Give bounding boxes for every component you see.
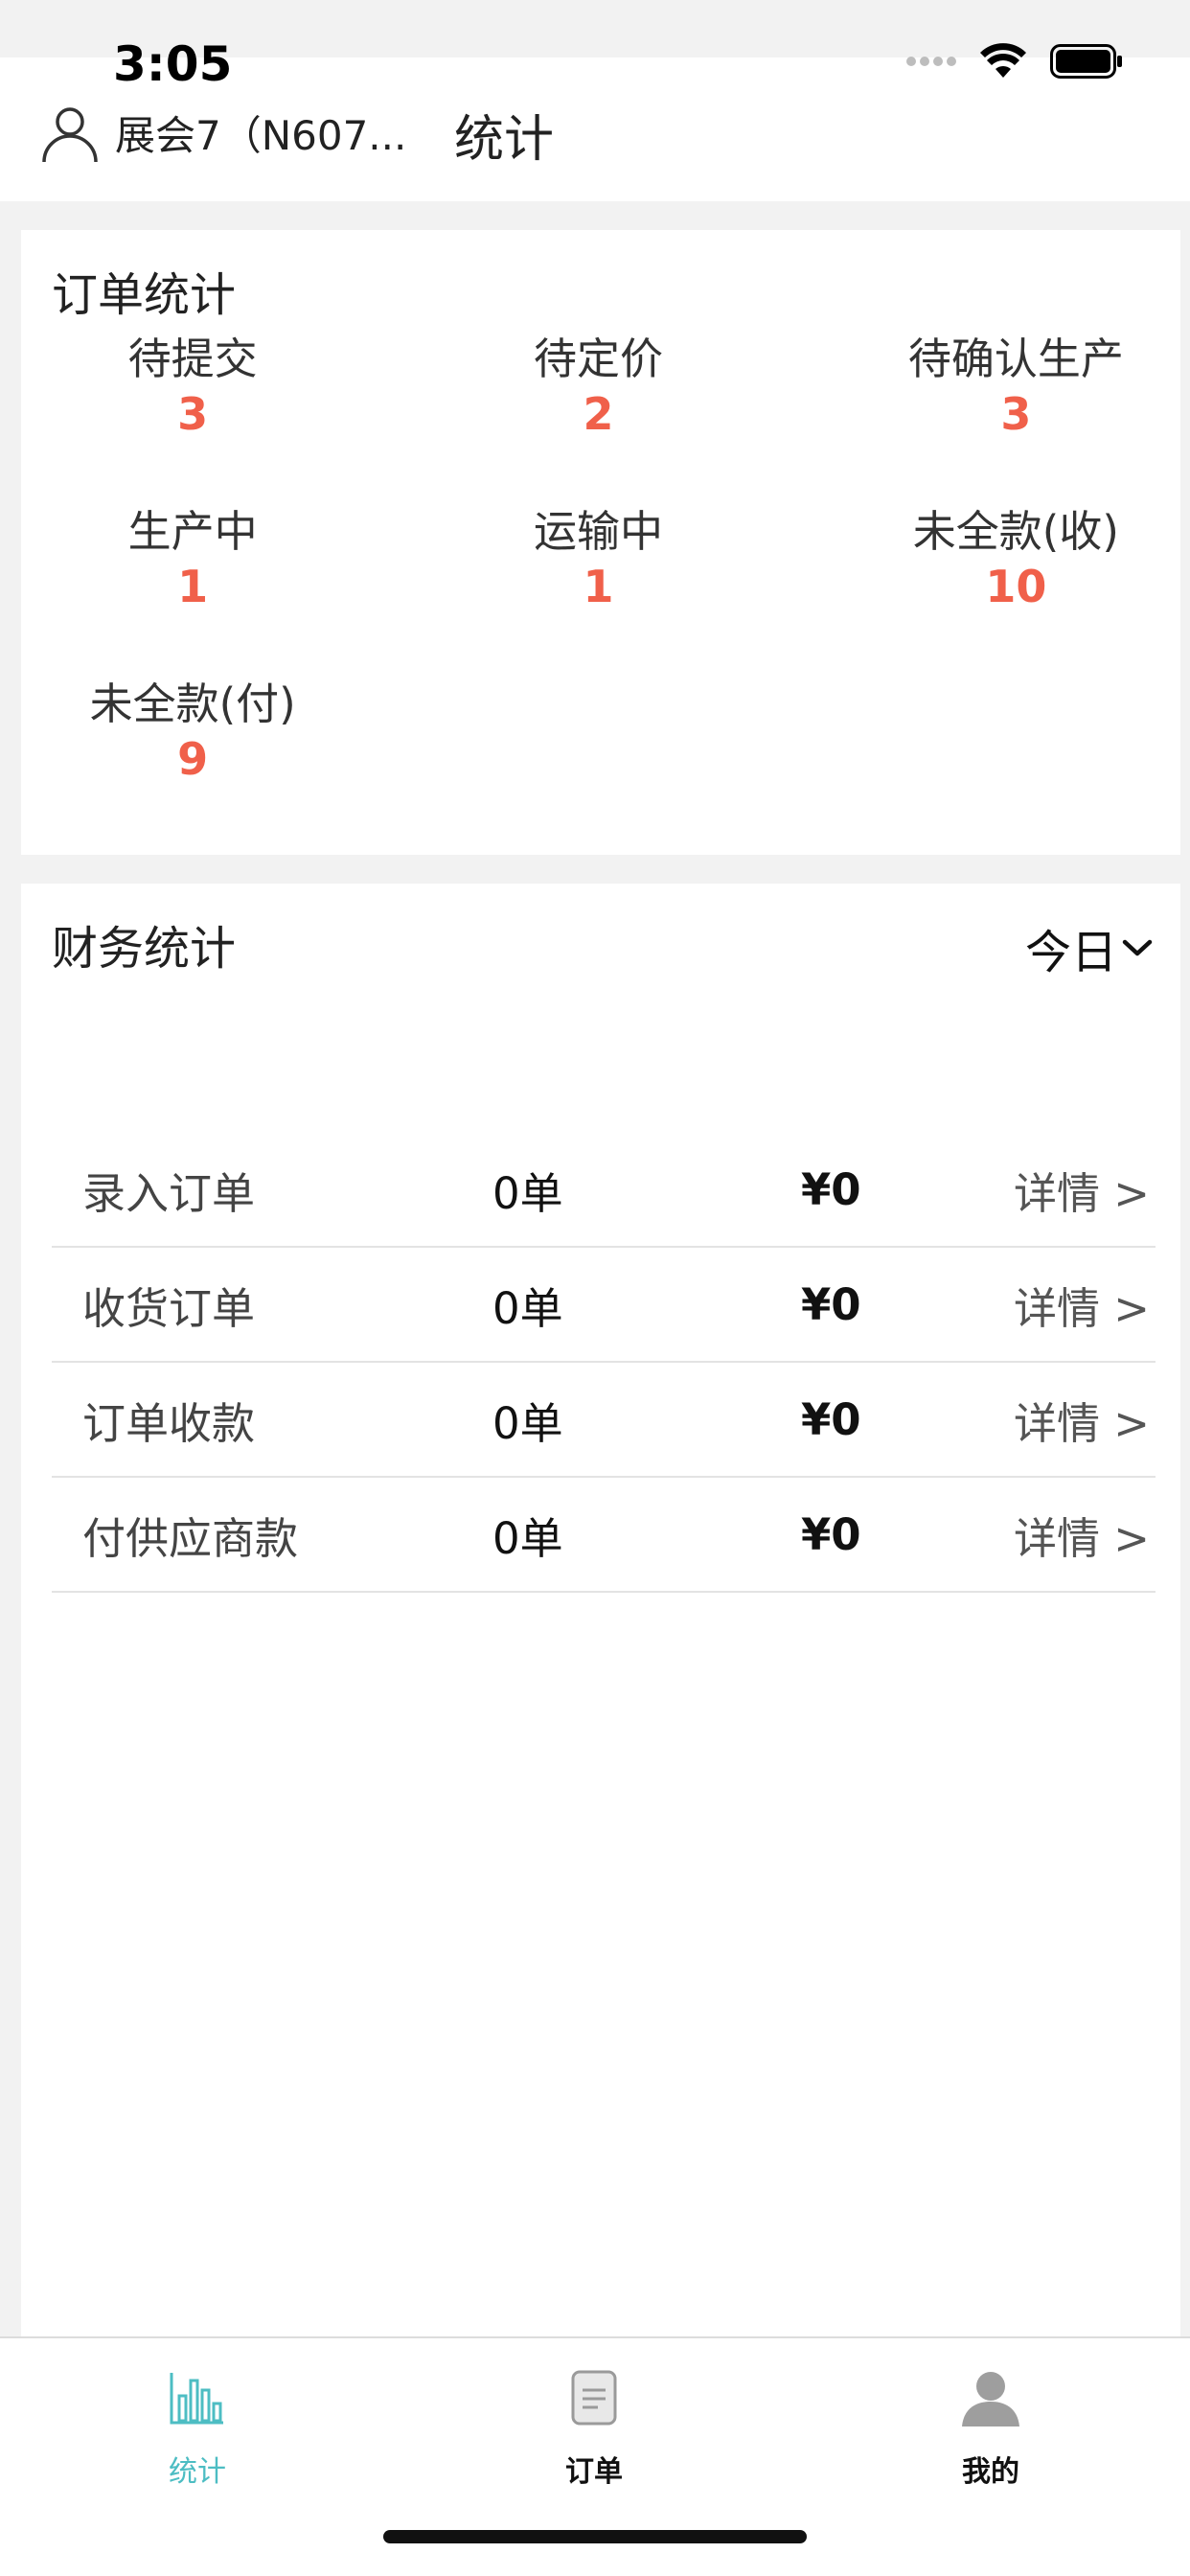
order-stat-label: 生产中	[127, 506, 258, 557]
wifi-icon	[980, 43, 1026, 78]
finance-row-amount: ¥0	[801, 1393, 861, 1445]
tab-orders[interactable]: 订单	[498, 2359, 690, 2490]
order-stat-in-production[interactable]: 生产中 1	[21, 503, 407, 676]
finance-row-name: 收货订单	[82, 1282, 256, 1334]
order-stat-count: 1	[583, 561, 614, 612]
cellular-signal-icon	[906, 57, 956, 66]
order-stat-label: 运输中	[533, 506, 663, 557]
tab-mine[interactable]: 我的	[895, 2359, 1087, 2490]
order-stat-in-transit[interactable]: 运输中 1	[407, 503, 793, 676]
finance-stats-card: 财务统计 今日 录入订单 0单 ¥0 详情 > 收货订单 0单 ¥0 详情 > …	[21, 884, 1180, 2336]
finance-row-count: 0单	[492, 1167, 563, 1219]
finance-row-amount: ¥0	[801, 1508, 861, 1560]
order-stat-count: 10	[985, 561, 1047, 612]
order-stat-label: 待提交	[127, 334, 258, 384]
finance-row-count: 0单	[492, 1397, 563, 1449]
order-stat-count: 3	[177, 388, 209, 440]
order-stats-grid: 待提交 3 待定价 2 待确认生产 3 生产中 1 运输中 1 未全款(收) 1…	[21, 331, 1180, 848]
finance-row-count: 0单	[492, 1512, 563, 1564]
person-icon	[962, 2372, 1019, 2426]
order-stats-title: 订单统计	[52, 268, 237, 322]
finance-row-name: 录入订单	[82, 1167, 256, 1219]
status-time: 3:05	[113, 36, 233, 92]
order-stat-unpaid-pay[interactable]: 未全款(付) 9	[21, 676, 407, 848]
finance-row-received-orders: 收货订单 0单 ¥0 详情 >	[52, 1248, 1156, 1363]
tab-label: 我的	[962, 2455, 1019, 2489]
order-stat-label: 待定价	[533, 334, 663, 384]
order-stat-label: 待确认生产	[907, 334, 1124, 384]
order-stat-label: 未全款(收)	[912, 506, 1119, 557]
order-stat-count: 2	[583, 388, 614, 440]
document-icon	[571, 2370, 617, 2426]
order-stat-count: 9	[177, 733, 209, 785]
home-indicator	[383, 2530, 807, 2543]
period-value: 今日	[1024, 926, 1117, 979]
order-stat-pending-price[interactable]: 待定价 2	[407, 331, 793, 503]
finance-row-entered-orders: 录入订单 0单 ¥0 详情 >	[52, 1133, 1156, 1248]
finance-stats-title: 财务统计	[52, 922, 237, 976]
order-stat-label: 未全款(付)	[89, 678, 296, 729]
status-icons	[906, 43, 1123, 80]
tab-statistics[interactable]: 统计	[102, 2359, 293, 2490]
order-stat-unpaid-receive[interactable]: 未全款(收) 10	[794, 503, 1180, 676]
finance-row-detail-link[interactable]: 详情 >	[1014, 1274, 1150, 1336]
finance-row-detail-link[interactable]: 详情 >	[1014, 1389, 1150, 1451]
order-stat-count: 3	[1000, 388, 1032, 440]
finance-list: 录入订单 0单 ¥0 详情 > 收货订单 0单 ¥0 详情 > 订单收款 0单 …	[52, 1133, 1156, 1593]
order-stat-pending-confirm[interactable]: 待确认生产 3	[794, 331, 1180, 503]
finance-row-name: 付供应商款	[82, 1512, 299, 1564]
period-dropdown[interactable]: 今日	[1025, 914, 1154, 981]
finance-row-count: 0单	[492, 1282, 563, 1334]
finance-row-name: 订单收款	[82, 1397, 256, 1449]
finance-row-detail-link[interactable]: 详情 >	[1014, 1159, 1150, 1221]
finance-row-amount: ¥0	[801, 1163, 861, 1215]
tab-label: 订单	[565, 2455, 623, 2489]
order-stats-card: 订单统计 待提交 3 待定价 2 待确认生产 3 生产中 1 运输中 1 未全款…	[21, 230, 1180, 855]
battery-icon	[1050, 44, 1122, 79]
tab-label: 统计	[169, 2455, 226, 2489]
finance-row-supplier-payments: 付供应商款 0单 ¥0 详情 >	[52, 1478, 1156, 1593]
order-stat-pending-submit[interactable]: 待提交 3	[21, 331, 407, 503]
finance-row-detail-link[interactable]: 详情 >	[1014, 1504, 1150, 1566]
order-stat-count: 1	[177, 561, 209, 612]
finance-row-order-payments: 订单收款 0单 ¥0 详情 >	[52, 1363, 1156, 1478]
bar-chart-icon	[170, 2373, 223, 2425]
finance-row-amount: ¥0	[801, 1278, 861, 1330]
chevron-down-icon	[1122, 939, 1153, 956]
page-title: 统计	[453, 111, 554, 169]
